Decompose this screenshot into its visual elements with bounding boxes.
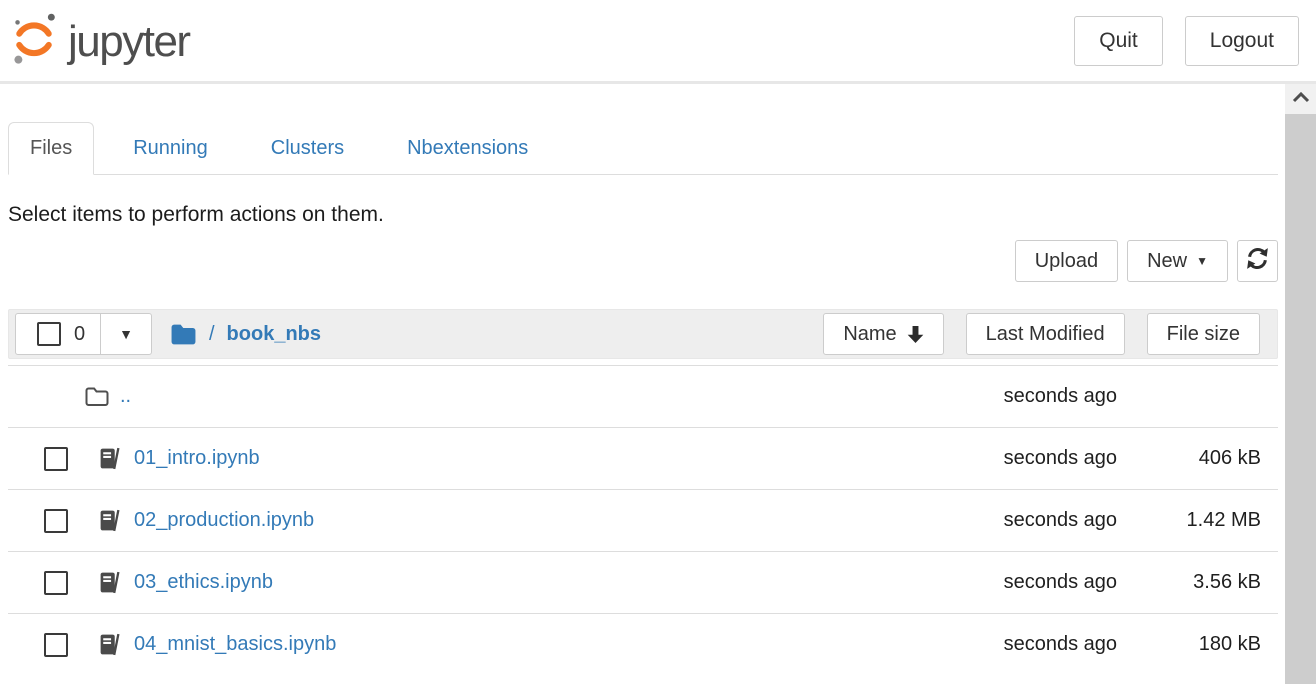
jupyter-logo[interactable]: jupyter [8,8,190,73]
brand-text: jupyter [68,17,190,67]
tab-running[interactable]: Running [109,123,232,174]
quit-button[interactable]: Quit [1074,16,1163,66]
tab-files[interactable]: Files [8,122,94,175]
last-modified: seconds ago [937,385,1117,408]
file-list: 0 ▼ / book_nbs Name [8,309,1278,675]
list-item-notebook: 03_ethics.ipynb seconds ago 3.56 kB [8,551,1278,613]
list-item-parent-folder: .. seconds ago [8,365,1278,427]
select-dropdown-toggle[interactable]: ▼ [100,314,151,354]
list-header-bar: 0 ▼ / book_nbs Name [8,309,1278,359]
last-modified: seconds ago [937,509,1117,532]
select-all-checkbox[interactable] [37,322,61,346]
tab-nbextensions[interactable]: Nbextensions [383,123,552,174]
sort-name-button[interactable]: Name [823,313,943,355]
file-link[interactable]: 01_intro.ipynb [134,447,260,470]
folder-icon[interactable] [170,323,197,346]
selected-count: 0 [74,323,85,346]
notebook-icon [98,633,121,656]
select-all-segment[interactable]: 0 [16,314,100,354]
app-header: jupyter Quit Logout [0,0,1316,81]
arrow-down-icon [907,325,924,344]
breadcrumb-current-folder[interactable]: book_nbs [227,323,321,346]
logout-button[interactable]: Logout [1185,16,1299,66]
last-modified: seconds ago [937,447,1117,470]
select-hint-text: Select items to perform actions on them. [8,203,1278,227]
row-checkbox[interactable] [44,571,68,595]
last-modified: seconds ago [937,571,1117,594]
file-link[interactable]: .. [120,385,131,408]
notebook-icon [98,447,121,470]
caret-down-icon: ▼ [1196,255,1208,267]
jupyter-logo-icon [8,8,60,73]
refresh-button[interactable] [1237,240,1278,282]
notebook-icon [98,509,121,532]
scroll-up-button[interactable] [1285,84,1316,114]
notebook-icon [98,571,121,594]
file-size: 406 kB [1117,447,1261,470]
sort-buttons: Name Last Modified File size [823,313,1260,355]
chevron-up-icon [1292,90,1310,108]
tab-clusters[interactable]: Clusters [247,123,368,174]
file-size: 180 kB [1117,633,1261,656]
folder-outline-icon [84,386,110,408]
header-divider [0,81,1316,84]
list-item-notebook: 02_production.ipynb seconds ago 1.42 MB [8,489,1278,551]
file-link[interactable]: 02_production.ipynb [134,509,314,532]
list-item-notebook: 01_intro.ipynb seconds ago 406 kB [8,427,1278,489]
file-size: 1.42 MB [1117,509,1261,532]
last-modified: seconds ago [937,633,1117,656]
new-dropdown-label: New [1147,250,1187,273]
sort-name-label: Name [843,323,896,346]
file-size: 3.56 kB [1117,571,1261,594]
file-link[interactable]: 04_mnist_basics.ipynb [134,633,336,656]
tab-bar: Files Running Clusters Nbextensions [8,122,1278,175]
breadcrumb-separator: / [209,323,215,346]
upload-button[interactable]: Upload [1015,240,1118,282]
list-item-notebook: 04_mnist_basics.ipynb seconds ago 180 kB [8,613,1278,675]
row-checkbox[interactable] [44,633,68,657]
scrollbar-thumb[interactable] [1285,114,1316,684]
select-button-group: 0 ▼ [15,313,152,355]
action-toolbar: Upload New ▼ [8,240,1278,282]
breadcrumb: / book_nbs [170,323,321,346]
scrollbar[interactable] [1285,84,1316,684]
refresh-icon [1246,247,1269,276]
new-dropdown-button[interactable]: New ▼ [1127,240,1228,282]
row-checkbox[interactable] [44,509,68,533]
list-body: .. seconds ago 01_intro.ipynb seconds ag… [8,365,1278,675]
sort-size-button[interactable]: File size [1147,313,1260,355]
sort-modified-button[interactable]: Last Modified [966,313,1125,355]
file-link[interactable]: 03_ethics.ipynb [134,571,273,594]
row-checkbox[interactable] [44,447,68,471]
caret-down-icon: ▼ [119,327,133,341]
